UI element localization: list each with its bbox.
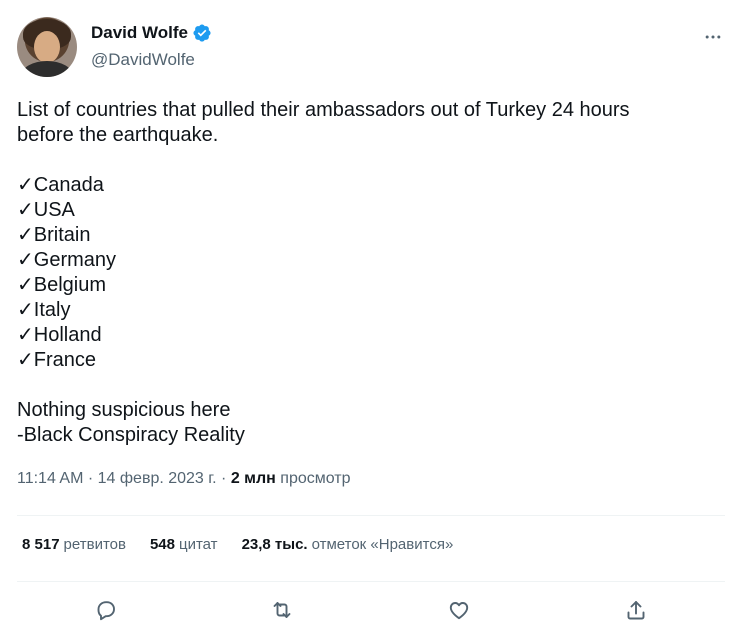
tweet-line: ✓France — [17, 349, 97, 371]
verified-badge-icon[interactable] — [192, 23, 212, 43]
heart-icon — [449, 602, 469, 620]
likes-stat[interactable]: 23,8 тыс. отметок «Нравится» — [242, 536, 454, 553]
tweet-date[interactable]: 14 февр. 2023 г. — [98, 470, 217, 487]
tweet-text: List of countries that pulled their amba… — [17, 98, 717, 448]
tweet-line: List of countries that pulled their amba… — [17, 99, 630, 121]
share-icon — [627, 601, 645, 620]
user-handle[interactable]: @DavidWolfe — [91, 50, 195, 70]
quotes-stat[interactable]: 548 цитат — [150, 536, 218, 553]
tweet-meta: 11:14 AM · 14 февр. 2023 г. · 2 млн прос… — [17, 470, 351, 488]
tweet-line: before the earthquake. — [17, 124, 219, 146]
avatar[interactable] — [17, 17, 77, 77]
quotes-count: 548 — [149, 536, 175, 553]
tweet-line — [17, 148, 717, 173]
tweet-line: ✓Britain — [17, 224, 91, 246]
tweet-line: ✓Holland — [17, 324, 102, 346]
tweet-line: ✓Germany — [17, 249, 117, 271]
retweet-icon — [273, 602, 291, 618]
likes-count: 23,8 тыс. — [241, 536, 308, 553]
likes-label: отметок «Нравится» — [311, 536, 454, 553]
tweet-line: ✓Italy — [17, 299, 71, 321]
divider — [17, 515, 725, 516]
tweet-stats: 8 517 ретвитов 548 цитат 23,8 тыс. отметок … — [22, 536, 477, 553]
retweets-stat[interactable]: 8 517 ретвитов — [22, 536, 126, 553]
like-button[interactable] — [445, 596, 473, 624]
avatar-face — [34, 31, 60, 63]
meta-separator: · — [83, 470, 98, 487]
retweets-count: 8 517 — [22, 536, 60, 553]
more-horizontal-icon[interactable] — [701, 25, 725, 49]
tweet-header: David Wolfe @DavidWolfe — [17, 17, 727, 81]
views-count: 2 млн — [230, 470, 276, 487]
tweet-line — [17, 373, 717, 398]
tweet-time[interactable]: 11:14 AM — [17, 470, 83, 487]
share-button[interactable] — [622, 596, 650, 624]
reply-button[interactable] — [92, 596, 120, 624]
tweet-line: ✓Belgium — [17, 274, 107, 296]
reply-icon — [97, 601, 115, 621]
quotes-label: цитат — [179, 536, 218, 553]
avatar-shirt — [21, 61, 73, 77]
display-name[interactable]: David Wolfe — [91, 23, 188, 43]
meta-separator: · — [216, 470, 231, 487]
views-label: просмотр — [280, 470, 351, 487]
name-row: David Wolfe — [91, 23, 212, 43]
divider — [17, 581, 725, 582]
tweet-line: ✓Canada — [17, 174, 104, 196]
tweet-line: -Black Conspiracy Reality — [17, 424, 245, 446]
retweets-label: ретвитов — [63, 536, 126, 553]
tweet-line: Nothing suspicious here — [17, 399, 231, 421]
tweet-actions — [17, 592, 725, 628]
retweet-button[interactable] — [268, 596, 296, 624]
tweet-line: ✓USA — [17, 199, 75, 221]
